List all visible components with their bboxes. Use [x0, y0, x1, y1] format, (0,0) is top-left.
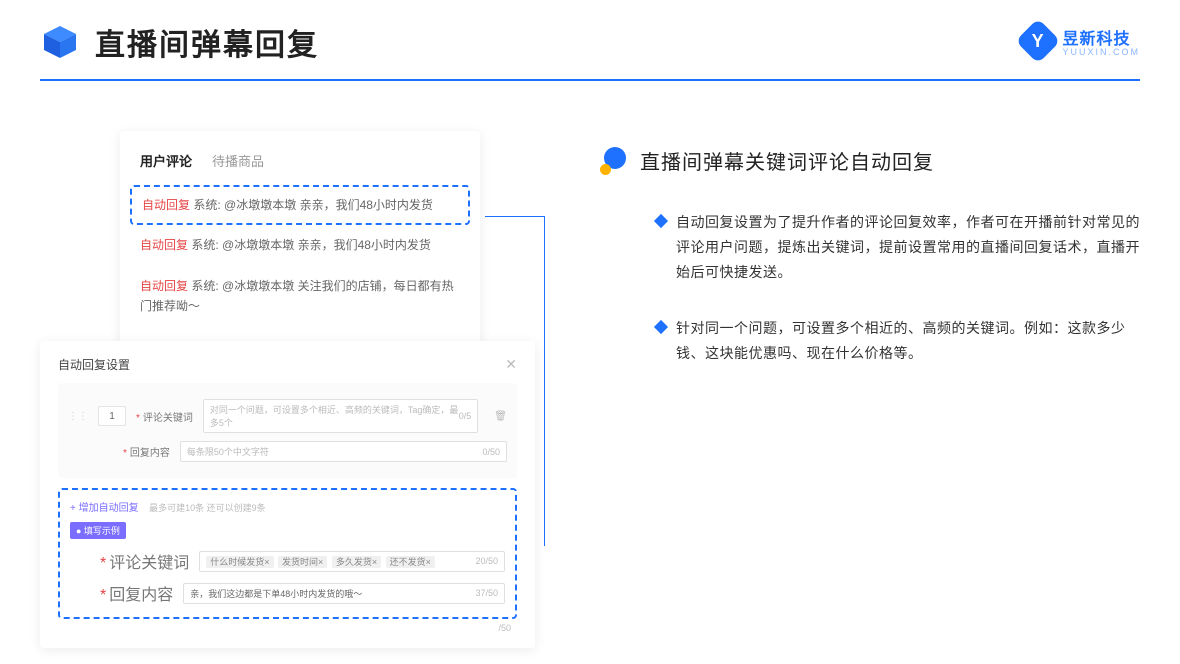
keyword-input[interactable]: 对同一个问题，可设置多个相近、高频的关键词，Tag确定，最多5个 0/5	[203, 399, 478, 433]
ex-content-input[interactable]: 亲，我们这边都是下单48小时内发货的哦～ 37/50	[183, 583, 505, 604]
close-icon[interactable]: ✕	[505, 356, 517, 373]
comment-text: 亲亲，我们48小时内发货	[300, 198, 433, 212]
keyword-placeholder: 对同一个问题，可设置多个相近、高频的关键词，Tag确定，最多5个	[210, 403, 459, 429]
section-title: 直播间弹幕关键词评论自动回复	[640, 146, 934, 175]
bullet-item: 自动回复设置为了提升作者的评论回复效率，作者可在开播前针对常见的评论用户问题，提…	[600, 210, 1140, 286]
ex-keyword-label: 评论关键词	[109, 555, 189, 572]
comment-text: 亲亲，我们48小时内发货	[298, 238, 431, 252]
comment-user: @冰墩墩本墩	[224, 198, 296, 212]
brand-url: YUUXIN.COM	[1062, 47, 1140, 57]
comment-text: 关注我们的店铺，每日都有热门推荐呦～	[140, 279, 454, 313]
bullet-item: 针对同一个问题，可设置多个相近的、高频的关键词。例如：这款多少钱、这块能优惠吗、…	[600, 316, 1140, 366]
comment-highlighted: 自动回复 系统: @冰墩墩本墩 亲亲，我们48小时内发货	[130, 185, 470, 225]
brand-name: 昱新科技	[1062, 25, 1140, 49]
keyword-pill[interactable]: 发货时间×	[278, 556, 327, 568]
diamond-icon	[654, 214, 668, 228]
keyword-pill[interactable]: 什么时候发货×	[206, 556, 273, 568]
brand-icon: Y	[1016, 18, 1061, 63]
content-placeholder: 每条限50个中文字符	[187, 445, 269, 458]
bullet-text: 针对同一个问题，可设置多个相近的、高频的关键词。例如：这款多少钱、这块能优惠吗、…	[676, 316, 1140, 366]
cube-icon	[40, 22, 80, 62]
content-counter: 0/50	[482, 447, 500, 457]
comments-card: 用户评论 待播商品 自动回复 系统: @冰墩墩本墩 亲亲，我们48小时内发货 自…	[120, 131, 480, 347]
example-tag: ● 填写示例	[70, 522, 126, 539]
auto-reply-badge: 自动回复	[140, 238, 188, 252]
bullet-text: 自动回复设置为了提升作者的评论回复效率，作者可在开播前针对常见的评论用户问题，提…	[676, 210, 1140, 286]
trash-icon[interactable]: 🗑	[494, 411, 507, 422]
content-label: 回复内容	[130, 448, 170, 459]
tab-pending-products[interactable]: 待播商品	[212, 151, 264, 170]
comment-item: 自动回复 系统: @冰墩墩本墩 关注我们的店铺，每日都有热门推荐呦～	[140, 266, 460, 327]
ex-keyword-counter: 20/50	[475, 556, 498, 566]
sys-prefix: 系统:	[193, 198, 220, 212]
add-hint: 最多可建10条 还可以创建9条	[149, 503, 266, 513]
page-title: 直播间弹幕回复	[95, 20, 319, 64]
content-input[interactable]: 每条限50个中文字符 0/50	[180, 441, 507, 462]
example-section: + 增加自动回复 最多可建10条 还可以创建9条 ● 填写示例 *评论关键词 什…	[58, 488, 517, 619]
index-box: 1	[98, 406, 126, 426]
keyword-label: 评论关键词	[143, 413, 193, 424]
diamond-icon	[654, 319, 668, 333]
auto-reply-badge: 自动回复	[142, 198, 190, 212]
tab-user-comments[interactable]: 用户评论	[140, 151, 192, 170]
ex-keyword-input[interactable]: 什么时候发货× 发货时间× 多久发货× 还不发货× 20/50	[199, 551, 505, 572]
auto-reply-badge: 自动回复	[140, 279, 188, 293]
sys-prefix: 系统:	[191, 238, 218, 252]
trailing-counter: /50	[58, 619, 517, 633]
keyword-counter: 0/5	[459, 411, 472, 421]
comment-user: @冰墩墩本墩	[222, 279, 294, 293]
section-icon	[600, 147, 628, 175]
comment-item: 自动回复 系统: @冰墩墩本墩 亲亲，我们48小时内发货	[140, 225, 460, 265]
sys-prefix: 系统:	[191, 279, 218, 293]
comment-user: @冰墩墩本墩	[222, 238, 294, 252]
brand-logo: Y 昱新科技 YUUXIN.COM	[1022, 25, 1140, 57]
keyword-pill[interactable]: 还不发货×	[386, 556, 435, 568]
drag-handle-icon[interactable]: ⋮⋮	[68, 411, 88, 422]
ex-content-text: 亲，我们这边都是下单48小时内发货的哦～	[190, 587, 362, 600]
settings-card: 自动回复设置 ✕ ⋮⋮ 1 *评论关键词 对同一个问题，可设置多个相近、高频的关…	[40, 341, 535, 648]
add-auto-reply-link[interactable]: + 增加自动回复	[70, 503, 139, 514]
ex-content-label: 回复内容	[109, 587, 173, 604]
ex-content-counter: 37/50	[475, 588, 498, 598]
tabs: 用户评论 待播商品	[140, 151, 460, 170]
settings-title: 自动回复设置	[58, 356, 130, 373]
keyword-pill[interactable]: 多久发货×	[332, 556, 381, 568]
